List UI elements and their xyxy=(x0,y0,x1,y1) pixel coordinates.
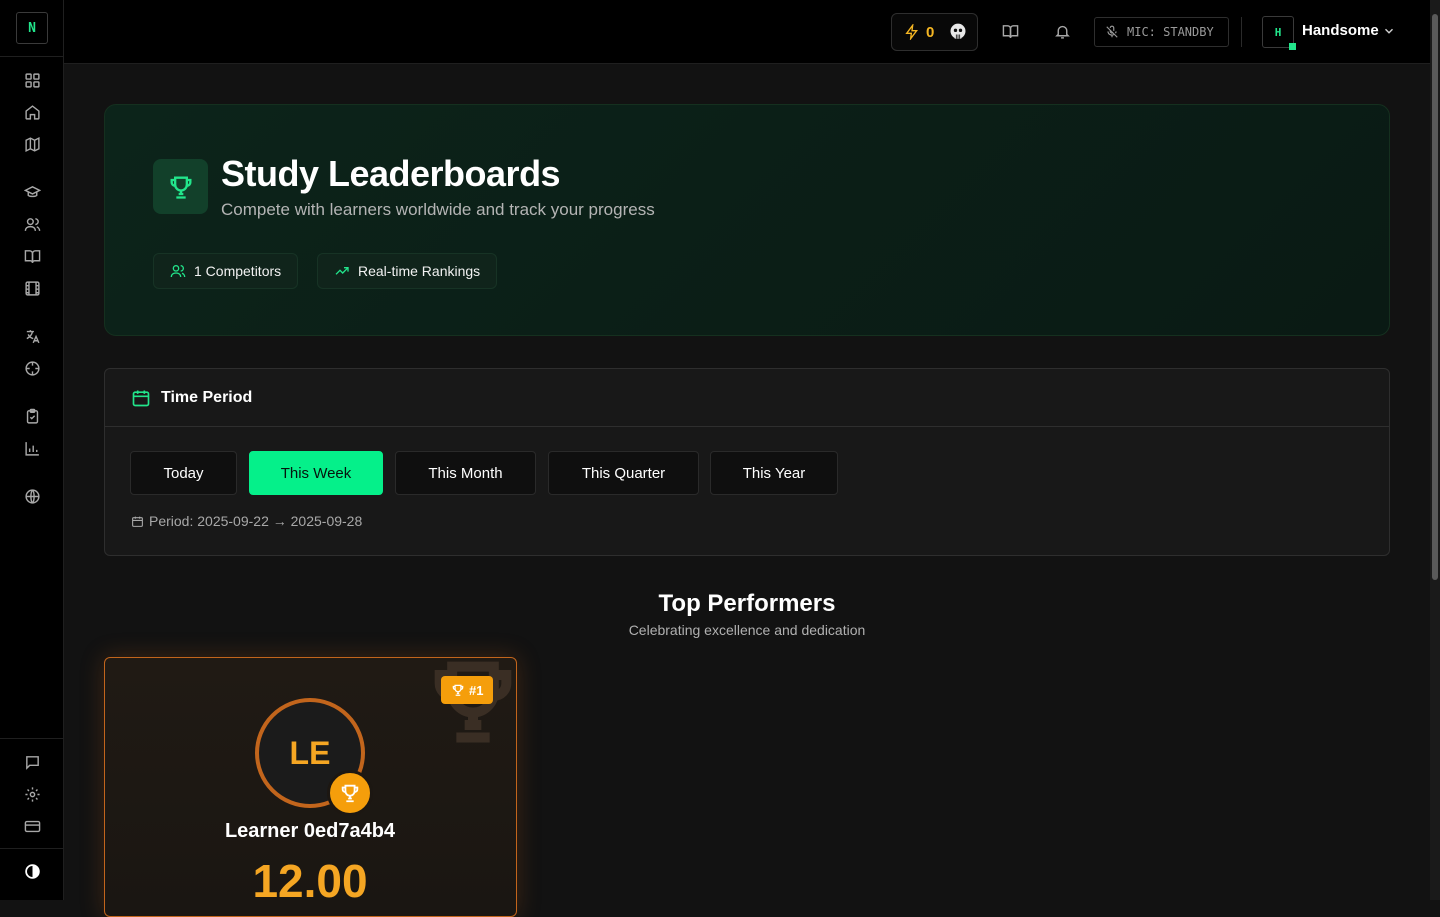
time-period-header: Time Period xyxy=(105,369,1389,427)
top-performers-title: Top Performers xyxy=(658,590,836,617)
book-open-icon[interactable] xyxy=(1002,23,1019,40)
period-button-this-year[interactable]: This Year xyxy=(710,451,838,495)
calendar-icon xyxy=(131,388,151,408)
top-performers-subtitle: Celebrating excellence and dedication xyxy=(628,622,866,638)
lightning-icon xyxy=(904,24,920,40)
trophy-icon xyxy=(327,770,373,816)
divider xyxy=(0,56,64,57)
user-avatar[interactable]: H xyxy=(1262,16,1296,50)
map-icon[interactable] xyxy=(24,136,41,153)
period-button-today[interactable]: Today xyxy=(130,451,237,495)
theme-toggle-icon[interactable] xyxy=(24,863,41,880)
mic-status-label: MIC: STANDBY xyxy=(1127,25,1214,39)
time-period-card: Time Period Today This Week This Month T… xyxy=(104,368,1390,556)
time-period-title: Time Period xyxy=(161,388,253,406)
trending-up-icon xyxy=(334,263,350,279)
leaderboard-hero: Study Leaderboards Compete with learners… xyxy=(104,104,1390,336)
period-button-this-month[interactable]: This Month xyxy=(395,451,536,495)
scrollbar-thumb[interactable] xyxy=(1432,14,1438,580)
translate-icon[interactable] xyxy=(24,328,41,345)
graduation-cap-icon[interactable] xyxy=(24,184,41,201)
mascot-icon xyxy=(948,22,968,42)
bar-chart-icon[interactable] xyxy=(24,440,41,457)
dashboard-icon[interactable] xyxy=(24,72,41,89)
users-icon[interactable] xyxy=(24,216,41,233)
competitors-count: 1 Competitors xyxy=(194,263,282,279)
target-icon[interactable] xyxy=(24,360,41,377)
performer-name: Learner 0ed7a4b4 xyxy=(224,820,396,842)
online-status-dot xyxy=(1289,43,1296,50)
film-icon[interactable] xyxy=(24,280,41,297)
page-subtitle: Compete with learners worldwide and trac… xyxy=(221,200,655,219)
mic-off-icon xyxy=(1105,25,1119,39)
rank-badge: #1 xyxy=(441,676,494,704)
period-range-text: Period: 2025-09-22 → 2025-09-28 xyxy=(149,513,363,529)
top-header: 0 MIC: STANDBY H Handsome xyxy=(64,0,1430,64)
realtime-label: Real-time Rankings xyxy=(358,263,481,279)
book-open-icon[interactable] xyxy=(24,248,41,265)
app-logo[interactable]: N xyxy=(16,12,48,44)
clipboard-icon[interactable] xyxy=(24,408,41,425)
period-button-this-quarter[interactable]: This Quarter xyxy=(548,451,699,495)
period-button-this-week[interactable]: This Week xyxy=(249,451,383,495)
calendar-icon xyxy=(131,515,144,528)
points-counter[interactable]: 0 xyxy=(891,13,978,51)
period-range: Period: 2025-09-22 → 2025-09-28 xyxy=(131,513,362,529)
username[interactable]: Handsome xyxy=(1302,22,1379,39)
page-title: Study Leaderboards xyxy=(221,153,561,194)
rank-value: #1 xyxy=(469,682,484,698)
message-icon[interactable] xyxy=(24,754,41,771)
divider xyxy=(0,848,64,849)
credit-card-icon[interactable] xyxy=(24,818,41,835)
home-icon[interactable] xyxy=(24,104,41,121)
divider xyxy=(1241,17,1242,47)
divider xyxy=(0,738,64,739)
trophy-icon xyxy=(451,683,465,697)
competitors-chip: 1 Competitors xyxy=(153,253,299,289)
avatar-initial: H xyxy=(1274,25,1282,39)
settings-icon[interactable] xyxy=(24,786,41,803)
points-value: 0 xyxy=(926,23,935,41)
users-icon xyxy=(170,263,186,279)
chevron-down-icon[interactable] xyxy=(1382,24,1396,38)
realtime-chip: Real-time Rankings xyxy=(317,253,498,289)
trophy-icon xyxy=(153,159,208,214)
sidebar: N xyxy=(0,0,64,900)
bell-icon[interactable] xyxy=(1054,23,1071,40)
globe-icon[interactable] xyxy=(24,488,41,505)
performer-card[interactable]: #1 LE Learner 0ed7a4b4 12.00 xyxy=(104,657,517,917)
mic-status[interactable]: MIC: STANDBY xyxy=(1094,17,1229,47)
